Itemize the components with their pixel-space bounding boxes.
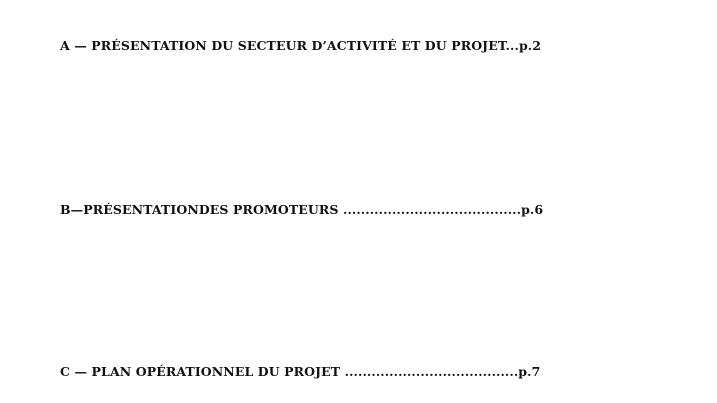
toc-entry-b: B—PRÉSENTATIONDES PROMOTEURS ...........… — [60, 202, 544, 217]
toc-entry-c: C — PLAN OPÉRATIONNEL DU PROJET ........… — [60, 364, 541, 379]
document-page: A — PRÉSENTATION DU SECTEUR D’ACTIVITÉ E… — [0, 0, 717, 403]
toc-entry-a: A — PRÉSENTATION DU SECTEUR D’ACTIVITÉ E… — [60, 38, 542, 53]
